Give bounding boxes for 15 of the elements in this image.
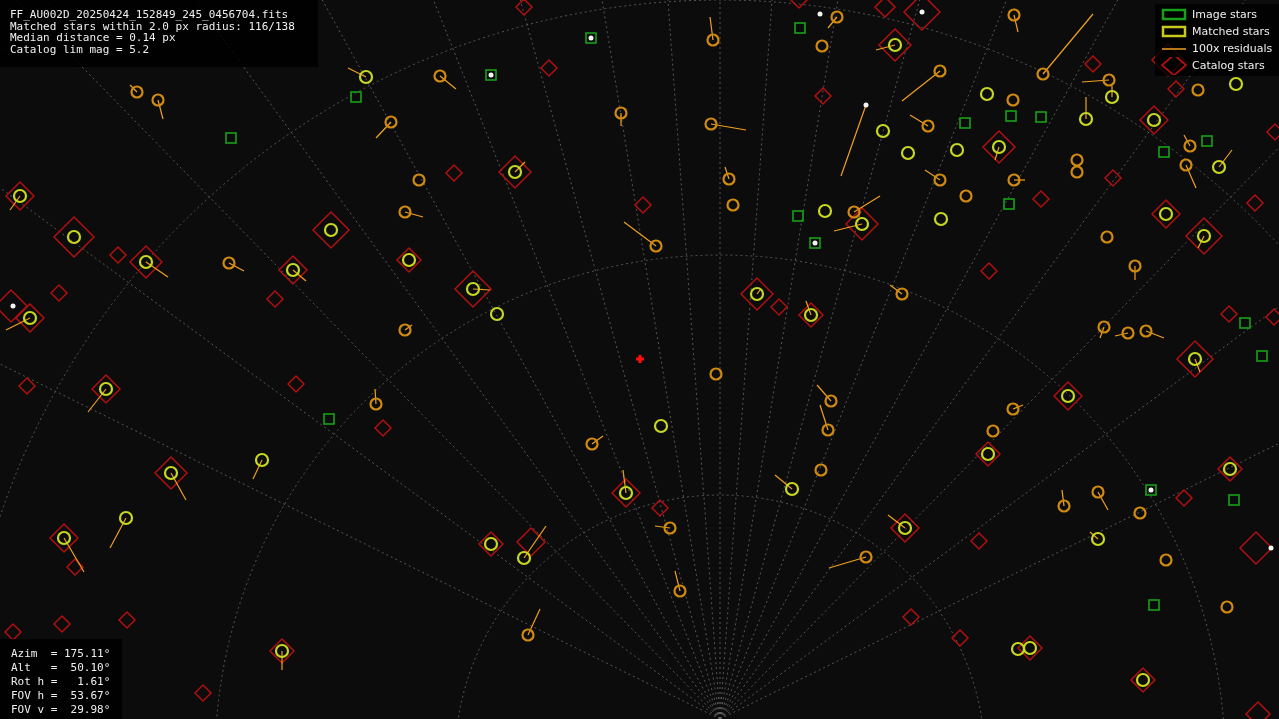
pointing-text: Alt = 50.10° [11, 661, 112, 675]
pointing-text: FOV v = 29.98° [11, 703, 112, 717]
info-text: FF_AU002D_20250424_152849_245_0456704.fits [10, 9, 290, 21]
pointing-text: Rot h = 1.61° [11, 675, 112, 689]
pointing-text: Azim = 175.11° [11, 647, 112, 661]
legend-label: Catalog stars [1192, 59, 1265, 72]
info-text: Matched stars within 2.0 px radius: 116/138 [10, 20, 296, 32]
info-text: Median distance = 0.14 px [10, 32, 176, 44]
legend-label: Image stars [1192, 8, 1257, 21]
info-text: Catalog lim mag = 5.2 [10, 43, 151, 55]
pointing-text: FOV h = 53.67° [11, 689, 112, 703]
residual-line-icon [1162, 47, 1186, 50]
legend-label: Matched stars [1192, 25, 1270, 38]
catalog-star-icon [1161, 56, 1187, 75]
legend-label: 100x residuals [1192, 42, 1273, 55]
